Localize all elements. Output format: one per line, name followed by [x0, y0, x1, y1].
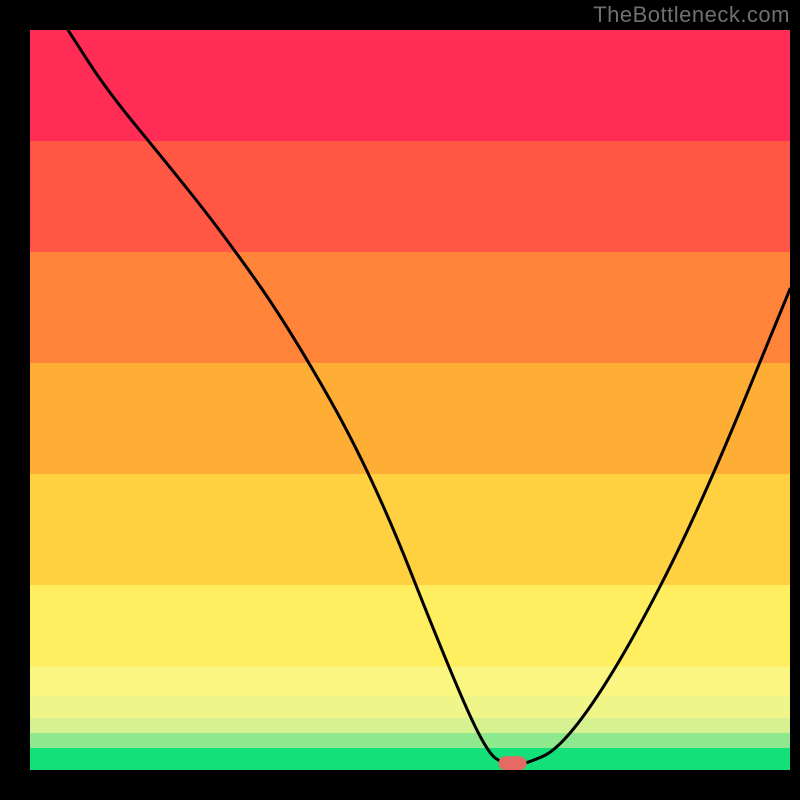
plot-background — [30, 30, 790, 770]
optimal-marker — [499, 756, 527, 770]
watermark-text: TheBottleneck.com — [593, 2, 790, 28]
chart-frame: TheBottleneck.com — [0, 0, 800, 800]
bottleneck-chart — [0, 0, 800, 800]
